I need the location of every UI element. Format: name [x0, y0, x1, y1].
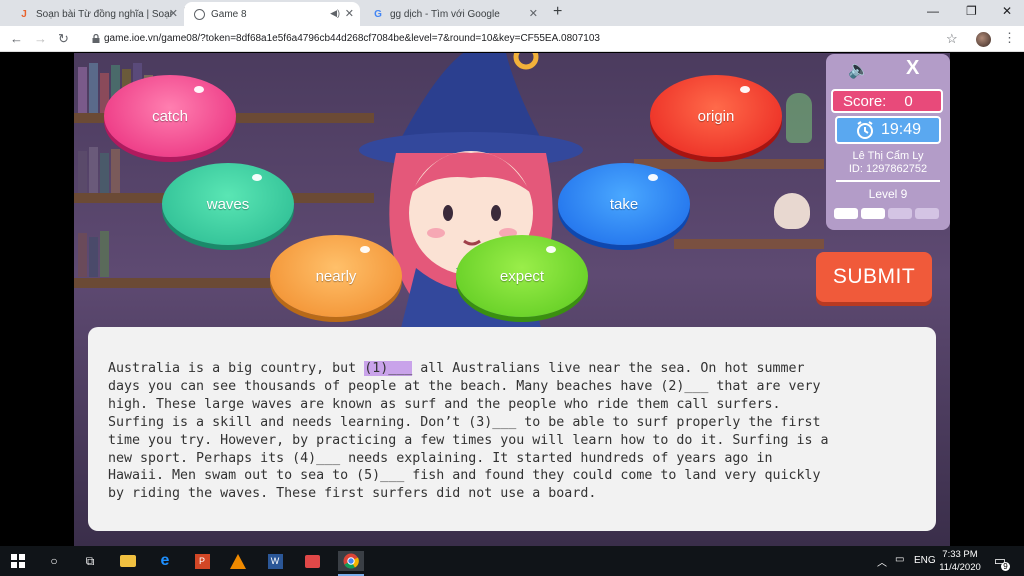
player-id: ID: 1297862752: [848, 163, 928, 175]
player-name: Lê Thị Cẩm Ly: [852, 150, 924, 162]
passage-after: all Australians live near the sea. On ho…: [108, 361, 829, 502]
timer-value: 19:49: [880, 121, 922, 138]
clock[interactable]: 7:33 PM 11/4/2020: [935, 548, 985, 574]
score-value: 0: [904, 92, 913, 110]
notification-count: 9: [1001, 562, 1010, 571]
tab-soan-bai[interactable]: J Soạn bài Từ đồng nghĩa | Soạn vă ✕: [8, 2, 184, 26]
info-panel: 🔈 X Score: 0 19:49 Lê Thị Cẩm Ly ID: 129…: [826, 54, 950, 230]
reload-icon[interactable]: ↻: [58, 31, 69, 47]
progress-segment: [888, 208, 912, 219]
passage-box: Australia is a big country, but (1)___ a…: [88, 327, 936, 531]
progress-segment: [834, 208, 858, 219]
tab-title: Soạn bài Từ đồng nghĩa | Soạn vă: [36, 8, 172, 20]
word-label: catch: [152, 107, 188, 125]
word-bubble-take[interactable]: take: [558, 163, 690, 245]
clock-time: 7:33 PM: [942, 549, 978, 560]
tab-google[interactable]: G gg dịch - Tìm với Google ✕: [362, 2, 544, 26]
close-window-button[interactable]: ✕: [1002, 4, 1012, 18]
bookmark-star-icon[interactable]: ☆: [946, 31, 958, 47]
j-site-icon: J: [21, 8, 27, 20]
skull-decoration: [774, 193, 810, 229]
close-tab-icon[interactable]: ✕: [345, 7, 354, 20]
progress-segment: [861, 208, 885, 219]
close-tab-icon[interactable]: ✕: [169, 7, 178, 20]
profile-avatar[interactable]: [976, 32, 991, 47]
windows-start-icon[interactable]: [8, 551, 28, 571]
tab-title: Game 8: [211, 8, 247, 20]
books: [78, 229, 109, 277]
submit-button[interactable]: SUBMIT: [816, 252, 932, 302]
word-label: take: [609, 195, 639, 213]
right-shelf: [674, 239, 824, 249]
alarm-clock-icon: [856, 121, 873, 139]
lock-icon: [92, 34, 100, 43]
forward-arrow-icon[interactable]: →: [34, 31, 47, 46]
sound-icon[interactable]: 🔈: [848, 60, 869, 80]
word-label: expect: [499, 267, 545, 285]
tray-chevron-icon[interactable]: ︿: [877, 554, 887, 569]
language-indicator[interactable]: ENG: [914, 555, 936, 566]
progress-segment: [915, 208, 939, 219]
player-info: Lê Thị Cẩm Ly ID: 1297862752: [826, 150, 950, 176]
right-shelf: [634, 159, 824, 169]
passage-text: Australia is a big country, but (1)___ a…: [108, 360, 920, 503]
tab-game-8[interactable]: Game 8 ◀) ✕: [184, 2, 360, 26]
new-tab-button[interactable]: +: [553, 3, 562, 21]
word-bubble-catch[interactable]: catch: [104, 75, 236, 157]
blank-1-highlight[interactable]: (1)___: [364, 361, 413, 376]
game-canvas: catch origin waves take nearly expect 🔈 …: [74, 53, 950, 546]
word-label: origin: [697, 107, 735, 125]
address-bar-row: ← → ↻ game.ioe.vn/game08/?token=8df68a1e…: [0, 26, 1024, 52]
speaker-icon[interactable]: ◀): [330, 8, 340, 19]
minimize-button[interactable]: —: [927, 4, 939, 18]
word-label: nearly: [315, 267, 357, 285]
timer-display: 19:49: [835, 116, 941, 144]
score-display: Score: 0: [831, 89, 943, 113]
search-icon[interactable]: ○: [44, 551, 64, 571]
edge-icon[interactable]: e: [155, 551, 175, 571]
close-tab-icon[interactable]: ✕: [529, 7, 538, 20]
google-icon: G: [374, 8, 382, 20]
potion-bottle: [786, 93, 812, 143]
url-field[interactable]: game.ioe.vn/game08/?token=8df68a1e5f6a47…: [104, 33, 600, 44]
powerpoint-icon[interactable]: P: [192, 551, 212, 571]
word-bubble-waves[interactable]: waves: [162, 163, 294, 245]
snipping-tool-icon[interactable]: [302, 551, 322, 571]
word-bubble-origin[interactable]: origin: [650, 75, 782, 157]
word-icon[interactable]: W: [265, 551, 285, 571]
panel-divider: [836, 180, 940, 182]
close-game-button[interactable]: X: [906, 57, 919, 80]
file-explorer-icon[interactable]: [118, 551, 138, 571]
word-bubble-nearly[interactable]: nearly: [270, 235, 402, 317]
back-arrow-icon[interactable]: ←: [10, 31, 23, 46]
books: [78, 145, 120, 193]
notification-icon[interactable]: ▭ 9: [990, 551, 1010, 571]
ioe-icon: [194, 8, 205, 20]
task-view-icon[interactable]: ⧉: [80, 551, 100, 571]
chrome-icon[interactable]: [338, 551, 364, 571]
windows-taskbar: ○ ⧉ e P W ︿ ▭ 🔈 ENG 7:33 PM 11/4/2020 ▭9: [0, 546, 1024, 576]
passage-before: Australia is a big country, but: [108, 361, 365, 376]
word-label: waves: [206, 195, 250, 213]
battery-icon[interactable]: ▭: [895, 554, 904, 565]
level-label: Level 9: [868, 187, 908, 201]
browser-menu-icon[interactable]: ⋮: [1003, 30, 1016, 46]
clock-date: 11/4/2020: [939, 562, 981, 573]
word-bubble-expect[interactable]: expect: [456, 235, 588, 317]
score-label: Score:: [843, 92, 887, 110]
restore-button[interactable]: ❐: [966, 4, 977, 18]
tab-title: gg dịch - Tìm với Google: [390, 8, 500, 20]
vlc-icon[interactable]: [228, 551, 248, 571]
tab-bar: J Soạn bài Từ đồng nghĩa | Soạn vă ✕ Gam…: [0, 0, 1024, 26]
